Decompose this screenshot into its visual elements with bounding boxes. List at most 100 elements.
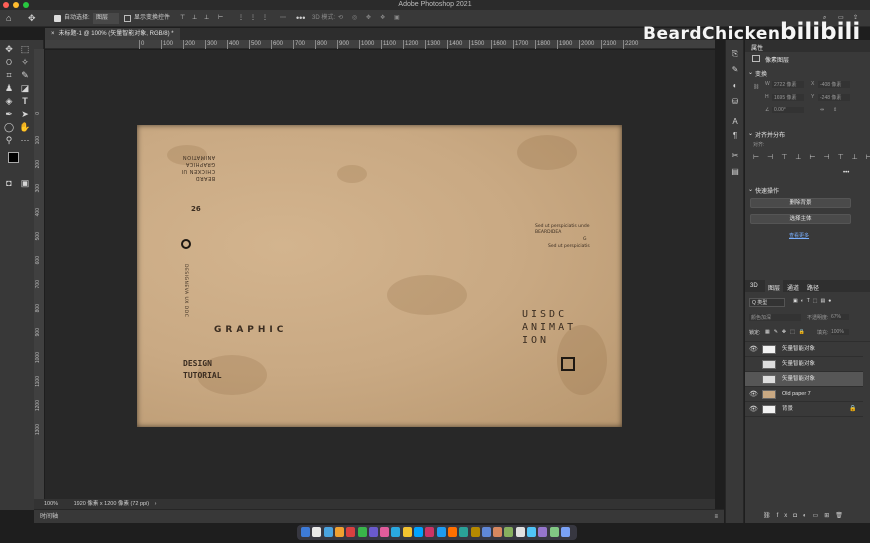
- crop-tool-icon[interactable]: ⌗: [3, 69, 15, 81]
- opacity-input[interactable]: 67%: [831, 314, 849, 320]
- dock-app-icon[interactable]: [402, 527, 412, 537]
- flip-h-icon[interactable]: ⇹: [820, 107, 824, 113]
- layers-footer-buttons[interactable]: ⛓fx◘◐▭⊞🗑: [763, 512, 863, 519]
- dock-app-icon[interactable]: [527, 527, 536, 537]
- timeline-tab[interactable]: 时间轴: [40, 514, 58, 520]
- path-select-tool-icon[interactable]: ➤: [19, 108, 31, 120]
- dock-app-icon[interactable]: [357, 527, 367, 537]
- layer-filter-icons[interactable]: ▣◐T⬚▤●: [793, 298, 834, 304]
- align-buttons-row[interactable]: ⊢⊣⊤⊥⊢⊣⊤⊥⊢: [753, 153, 870, 161]
- dock-app-icon[interactable]: [436, 527, 446, 537]
- link-wh-icon[interactable]: ⛓: [753, 84, 759, 90]
- canvas-area[interactable]: BEARD CHICKEN UI GRAPHICA ANIMATION 26 D…: [45, 50, 715, 499]
- fill-input[interactable]: 100%: [831, 329, 849, 335]
- distribute-center-icon[interactable]: ⋮: [250, 13, 256, 24]
- 3d-scale-icon[interactable]: ▣: [394, 13, 400, 24]
- layer-row-selected[interactable]: 矢量智能对象: [745, 372, 863, 387]
- document-info[interactable]: 1920 像素 x 1200 像素 (72 ppi): [74, 501, 150, 507]
- w-input[interactable]: 2722 像素: [772, 81, 804, 88]
- lasso-tool-icon[interactable]: ଠ: [3, 56, 15, 68]
- zoom-tool-icon[interactable]: ⚲: [3, 134, 15, 146]
- character-panel-icon[interactable]: A: [729, 116, 741, 128]
- dock-app-icon[interactable]: [323, 527, 333, 537]
- distribute-bottom-icon[interactable]: ⋮: [262, 13, 268, 24]
- learn-more-link[interactable]: 查看更多: [789, 232, 809, 239]
- close-tab-icon[interactable]: ×: [51, 31, 55, 37]
- quick-mask-icon[interactable]: ◘: [3, 177, 15, 189]
- layer-row[interactable]: 👁 Old paper 7: [745, 387, 863, 402]
- move-tool-icon[interactable]: ✥: [28, 13, 36, 24]
- dock-app-icon[interactable]: [425, 527, 435, 537]
- dock-app-icon[interactable]: [447, 527, 457, 537]
- distribute-top-icon[interactable]: ⋮: [238, 13, 244, 24]
- more-options-icon[interactable]: •••: [296, 13, 305, 24]
- select-subject-button[interactable]: 选择主体: [750, 214, 851, 224]
- marquee-tool-icon[interactable]: ⬚: [19, 43, 31, 55]
- quick-select-tool-icon[interactable]: ✧: [19, 56, 31, 68]
- angle-input[interactable]: 0.00°: [772, 107, 804, 113]
- glyphs-panel-icon[interactable]: ▤: [729, 166, 741, 178]
- align-chevron-icon[interactable]: ⌄: [748, 130, 753, 137]
- paragraph-panel-icon[interactable]: ¶: [729, 130, 741, 142]
- remove-background-button[interactable]: 删除背景: [750, 198, 851, 208]
- layer-row[interactable]: 👁 背景 🔒: [745, 402, 863, 417]
- paper-document[interactable]: BEARD CHICKEN UI GRAPHICA ANIMATION 26 D…: [137, 125, 622, 427]
- layer-row[interactable]: 👁 矢量智能对象: [745, 342, 863, 357]
- blend-mode-select[interactable]: 颜色加深: [749, 314, 801, 321]
- stamp-tool-icon[interactable]: ♟: [3, 82, 15, 94]
- status-expand-icon[interactable]: ›: [155, 501, 157, 507]
- brush-tool-icon[interactable]: ✎: [19, 69, 31, 81]
- dock-app-icon[interactable]: [459, 527, 469, 537]
- timeline-menu-icon[interactable]: ≡: [714, 510, 718, 524]
- more-tools-icon[interactable]: ⋯: [19, 134, 31, 146]
- 3d-rotate-icon[interactable]: ⟲: [338, 13, 343, 24]
- dock-app-icon[interactable]: [560, 527, 570, 537]
- align-top-icon[interactable]: ⊤: [180, 13, 185, 24]
- dock-app-icon[interactable]: [368, 527, 378, 537]
- document-tab[interactable]: × 未标题-1 @ 100% (矢量智能对象, RGB/8) *: [45, 28, 180, 40]
- lock-icons[interactable]: ▦✎✥⬚🔒: [765, 329, 809, 335]
- auto-select-checkbox[interactable]: [54, 15, 61, 22]
- visibility-eye-icon[interactable]: 👁: [749, 342, 758, 357]
- dock-app-icon[interactable]: [380, 527, 390, 537]
- libraries-panel-icon[interactable]: ⛁: [729, 96, 741, 108]
- dock-app-icon[interactable]: [504, 527, 514, 537]
- dock-app-icon[interactable]: [391, 527, 401, 537]
- dock-app-icon[interactable]: [312, 527, 322, 537]
- dock-app-icon[interactable]: [549, 527, 559, 537]
- h-input[interactable]: 1695 像素: [772, 94, 804, 101]
- brush-panel-icon[interactable]: ✎: [729, 64, 741, 76]
- history-panel-icon[interactable]: ⎘: [729, 48, 741, 60]
- layer-kind-filter[interactable]: Q 类型: [749, 298, 785, 307]
- dock-app-icon[interactable]: [334, 527, 344, 537]
- ellipse-tool-icon[interactable]: ◯: [3, 121, 15, 133]
- tab-channels[interactable]: 通道: [787, 283, 799, 292]
- move-tool-icon[interactable]: ✥: [3, 43, 15, 55]
- align-more-icon[interactable]: •••: [843, 170, 849, 176]
- adjustments-panel-icon[interactable]: ◐: [729, 80, 741, 92]
- zoom-level[interactable]: 100%: [44, 501, 58, 507]
- dock-app-icon[interactable]: [515, 527, 525, 537]
- hand-tool-icon[interactable]: ✋: [19, 121, 31, 133]
- dock-app-icon[interactable]: [493, 527, 503, 537]
- pen-tool-icon[interactable]: ✒: [3, 108, 15, 120]
- 3d-slide-icon[interactable]: ❖: [380, 13, 385, 24]
- 3d-roll-icon[interactable]: ◎: [352, 13, 357, 24]
- align-left-icon[interactable]: ⊢: [218, 13, 223, 24]
- tools-preset-icon[interactable]: ✂: [729, 150, 741, 162]
- bucket-tool-icon[interactable]: ◈: [3, 95, 15, 107]
- visibility-eye-icon[interactable]: 👁: [749, 387, 758, 402]
- dock-app-icon[interactable]: [481, 527, 491, 537]
- dock-app-icon[interactable]: [470, 527, 480, 537]
- flip-v-icon[interactable]: ⇕: [833, 107, 837, 113]
- home-icon[interactable]: ⌂: [6, 13, 11, 24]
- dock-app-icon[interactable]: [414, 527, 423, 537]
- quick-actions-chevron-icon[interactable]: ⌄: [748, 186, 753, 193]
- properties-tab[interactable]: 属性: [751, 43, 763, 52]
- dock-app-icon[interactable]: [301, 527, 310, 537]
- type-tool-icon[interactable]: T: [19, 95, 31, 107]
- visibility-eye-icon[interactable]: 👁: [749, 402, 758, 417]
- x-input[interactable]: -408 像素: [818, 81, 850, 88]
- foreground-color-swatch[interactable]: [8, 152, 19, 163]
- align-bottom-icon[interactable]: ⊥: [204, 13, 209, 24]
